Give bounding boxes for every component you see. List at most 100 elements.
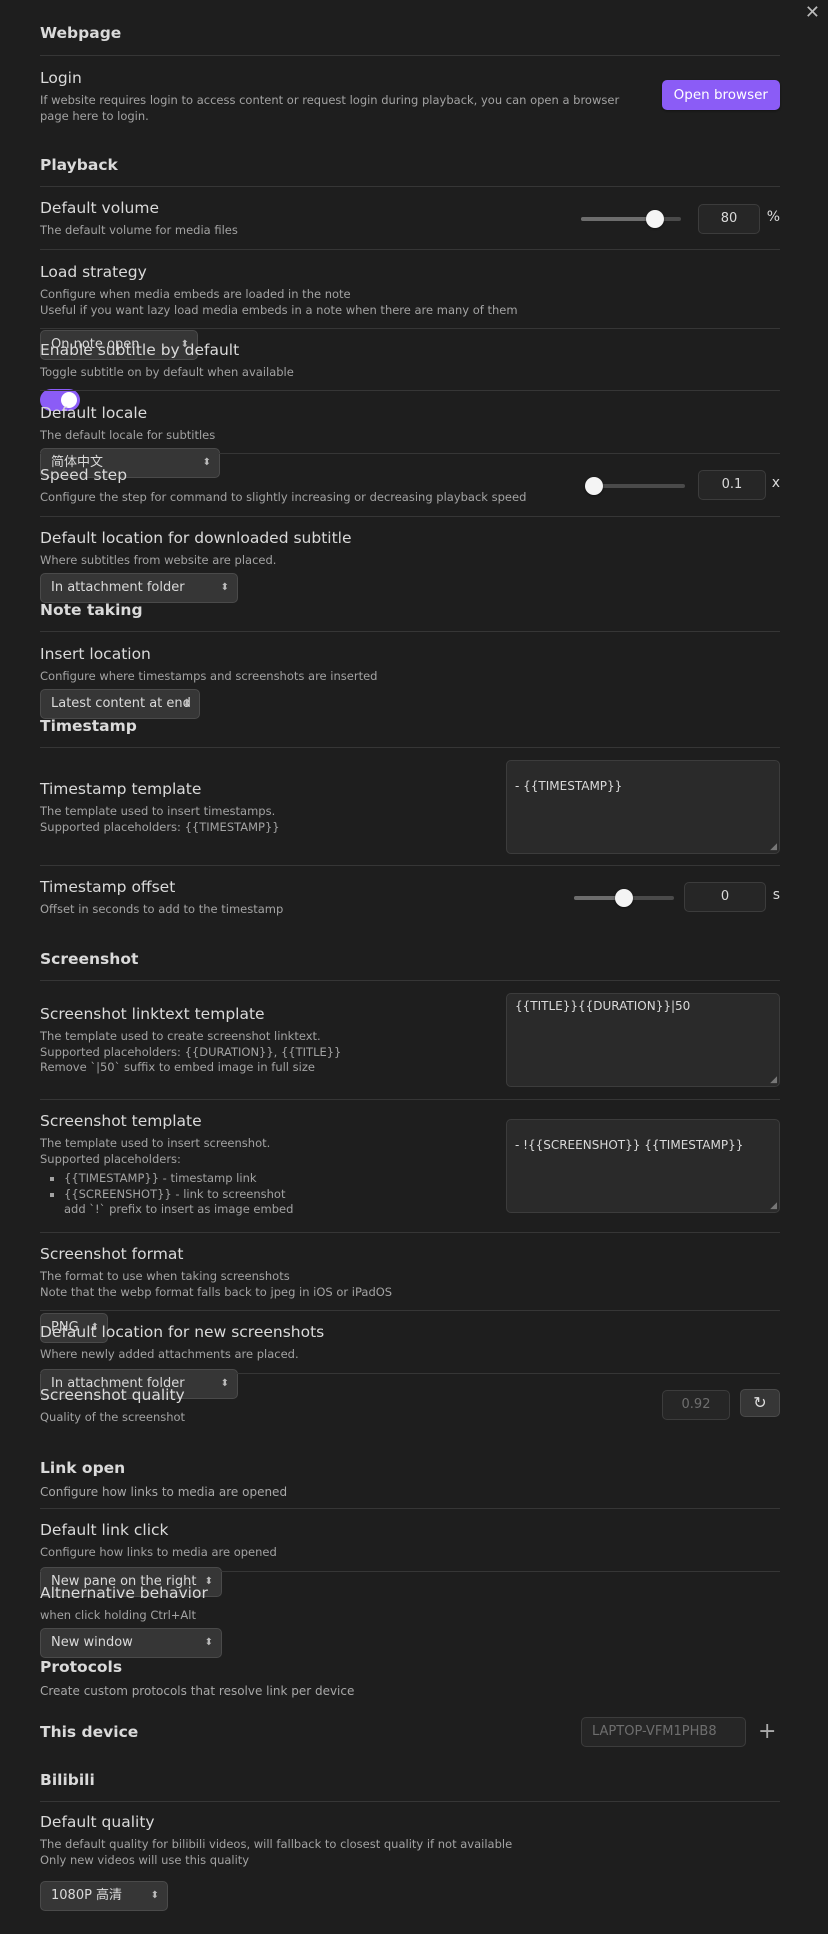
divider bbox=[40, 631, 780, 632]
divider bbox=[40, 1099, 780, 1100]
setting-desc: The default volume for media files bbox=[40, 223, 238, 237]
close-icon[interactable]: ✕ bbox=[805, 4, 820, 22]
divider bbox=[40, 1310, 780, 1311]
heading-text: Protocols bbox=[40, 1658, 123, 1676]
x-unit: x bbox=[771, 475, 780, 491]
setting-name: Default link click bbox=[40, 1521, 169, 1539]
speed-step-value-field[interactable]: 0.1 bbox=[698, 470, 766, 500]
setting-desc: when click holding Ctrl+Alt bbox=[40, 1608, 196, 1622]
setting-name: Altnernative behavior bbox=[40, 1584, 208, 1602]
divider bbox=[40, 390, 780, 391]
setting-name: Enable subtitle by default bbox=[40, 341, 240, 359]
section-heading-playback: Playback bbox=[40, 156, 118, 174]
setting-desc: The default locale for subtitles bbox=[40, 428, 216, 442]
resize-grip-icon[interactable]: ◢ bbox=[770, 1201, 777, 1211]
setting-name: Default quality bbox=[40, 1813, 155, 1831]
resize-grip-icon[interactable]: ◢ bbox=[770, 842, 777, 852]
setting-desc: Configure where timestamps and screensho… bbox=[40, 669, 378, 683]
resize-grip-icon[interactable]: ◢ bbox=[770, 1075, 777, 1085]
section-heading-timestamp: Timestamp bbox=[40, 717, 137, 735]
setting-login: Login If website requires login to acces… bbox=[40, 68, 780, 124]
setting-name: Default locale bbox=[40, 404, 148, 422]
slider-knob[interactable] bbox=[646, 210, 664, 228]
setting-default-quality: Default quality The default quality for … bbox=[40, 1812, 780, 1911]
setting-default-locale: Default locale The default locale for su… bbox=[40, 403, 780, 478]
setting-subtitle-location: Default location for downloaded subtitle… bbox=[40, 528, 780, 603]
section-heading-link-open: Link open Configure how links to media a… bbox=[40, 1459, 780, 1499]
seconds-unit: s bbox=[772, 887, 780, 903]
open-browser-button[interactable]: Open browser bbox=[661, 80, 780, 110]
chevron-updown-icon: ⬍ bbox=[150, 1890, 159, 1901]
setting-insert-location: Insert location Configure where timestam… bbox=[40, 644, 780, 719]
heading-desc: Create custom protocols that resolve lin… bbox=[40, 1684, 355, 1698]
timestamp-offset-slider[interactable] bbox=[574, 889, 674, 907]
heading-desc: Configure how links to media are opened bbox=[40, 1485, 288, 1499]
setting-desc: If website requires login to access cont… bbox=[40, 93, 620, 123]
setting-desc: Offset in seconds to add to the timestam… bbox=[40, 902, 284, 916]
divider bbox=[40, 1373, 780, 1374]
divider bbox=[40, 328, 780, 329]
setting-name: Speed step bbox=[40, 466, 128, 484]
divider bbox=[40, 1508, 780, 1509]
desc-line: Note that the webp format falls back to … bbox=[40, 1284, 393, 1299]
chevron-updown-icon: ⬍ bbox=[182, 697, 191, 709]
add-protocol-icon[interactable]: + bbox=[758, 1721, 776, 1743]
timestamp-offset-field[interactable]: 0 bbox=[684, 882, 766, 912]
setting-default-volume: Default volume The default volume for me… bbox=[40, 198, 780, 239]
setting-name: Screenshot format bbox=[40, 1245, 184, 1263]
setting-name: Load strategy bbox=[40, 263, 147, 281]
screenshot-template-textarea[interactable]: - !{{SCREENSHOT}} {{TIMESTAMP}} ◢ bbox=[506, 1119, 780, 1213]
section-heading-bilibili: Bilibili bbox=[40, 1771, 95, 1789]
setting-name: Timestamp offset bbox=[40, 878, 176, 896]
bilibili-quality-select[interactable]: 1080P 高清 ⬍ bbox=[40, 1881, 168, 1911]
setting-desc: Where newly added attachments are placed… bbox=[40, 1347, 299, 1361]
alternative-behavior-select[interactable]: New window ⬍ bbox=[40, 1627, 222, 1658]
setting-speed-step: Speed step Configure the step for comman… bbox=[40, 465, 780, 506]
divider bbox=[40, 747, 780, 748]
divider bbox=[40, 1232, 780, 1233]
slider-knob[interactable] bbox=[615, 889, 633, 907]
divider bbox=[40, 1801, 780, 1802]
divider bbox=[40, 1571, 780, 1572]
insert-location-select[interactable]: Latest content at end ⬍ bbox=[40, 688, 200, 719]
setting-screenshot-format: Screenshot format The format to use when… bbox=[40, 1244, 780, 1343]
device-name-field[interactable]: LAPTOP-VFM1PHB8 bbox=[581, 1717, 746, 1747]
section-heading-note-taking: Note taking bbox=[40, 601, 143, 619]
volume-slider[interactable] bbox=[581, 210, 681, 228]
divider bbox=[40, 186, 780, 187]
setting-name: Insert location bbox=[40, 645, 151, 663]
timestamp-template-textarea[interactable]: - {{TIMESTAMP}} ◢ bbox=[506, 760, 780, 854]
chevron-updown-icon: ⬍ bbox=[204, 1636, 213, 1648]
textarea-value: {{TITLE}}{{DURATION}}|50 bbox=[515, 999, 691, 1013]
setting-default-link-click: Default link click Configure how links t… bbox=[40, 1520, 780, 1597]
subtitle-location-select[interactable]: In attachment folder ⬍ bbox=[40, 572, 238, 603]
percent-unit: % bbox=[766, 209, 780, 225]
section-heading-screenshot: Screenshot bbox=[40, 950, 139, 968]
volume-value-field[interactable]: 80 bbox=[698, 204, 760, 234]
setting-enable-subtitle: Enable subtitle by default Toggle subtit… bbox=[40, 340, 780, 411]
chevron-updown-icon: ⬍ bbox=[220, 581, 229, 593]
screenshot-quality-field[interactable]: 0.92 bbox=[662, 1390, 730, 1420]
screenshot-linktext-textarea[interactable]: {{TITLE}}{{DURATION}}|50 ◢ bbox=[506, 993, 780, 1087]
slider-fill bbox=[581, 217, 655, 221]
setting-desc: Configure the step for command to slight… bbox=[40, 490, 527, 504]
desc-line: The default quality for bilibili videos,… bbox=[40, 1837, 513, 1851]
setting-desc: The format to use when taking screenshot… bbox=[40, 1269, 780, 1300]
select-value: Latest content at end bbox=[51, 695, 191, 711]
speed-step-slider[interactable] bbox=[585, 477, 685, 495]
reset-icon[interactable]: ↻ bbox=[740, 1389, 780, 1417]
divider bbox=[40, 516, 780, 517]
setting-desc: Configure how links to media are opened bbox=[40, 1545, 277, 1559]
desc-line: Configure when media embeds are loaded i… bbox=[40, 287, 351, 301]
textarea-value: - {{TIMESTAMP}} bbox=[515, 779, 623, 793]
desc-line: Useful if you want lazy load media embed… bbox=[40, 302, 518, 317]
setting-load-strategy: Load strategy Configure when media embed… bbox=[40, 262, 780, 360]
select-value: 1080P 高清 bbox=[51, 1888, 123, 1903]
list-item-text: {{SCREENSHOT}} - link to screenshot bbox=[64, 1186, 286, 1201]
heading-text: Link open bbox=[40, 1459, 126, 1477]
divider bbox=[40, 865, 780, 866]
section-heading-protocols: Protocols Create custom protocols that r… bbox=[40, 1658, 780, 1698]
desc-line: The format to use when taking screenshot… bbox=[40, 1269, 290, 1283]
setting-screenshot-location: Default location for new screenshots Whe… bbox=[40, 1322, 780, 1399]
slider-knob[interactable] bbox=[585, 477, 603, 495]
